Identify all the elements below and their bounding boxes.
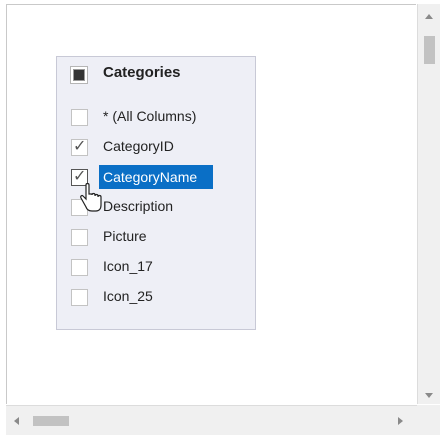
column-row-icon-17[interactable]: Icon_17: [57, 256, 255, 286]
column-checkbox[interactable]: [71, 259, 88, 276]
table-header[interactable]: Categories: [57, 57, 255, 91]
column-checkbox[interactable]: ✓: [71, 138, 88, 156]
scroll-left-icon[interactable]: [14, 417, 19, 425]
column-checkbox[interactable]: [71, 289, 88, 306]
horizontal-scrollbar[interactable]: [6, 405, 417, 435]
column-label: * (All Columns): [103, 108, 197, 124]
column-row-icon-25[interactable]: Icon_25: [57, 286, 255, 316]
table-icon: [73, 69, 85, 81]
column-label: Icon_17: [103, 258, 153, 274]
hand-cursor-icon: [80, 183, 102, 212]
column-label: Icon_25: [103, 288, 153, 304]
column-row-all-columns[interactable]: * (All Columns): [57, 106, 255, 136]
scroll-down-icon[interactable]: [425, 393, 433, 398]
scroll-up-icon[interactable]: [425, 14, 433, 19]
scroll-right-icon[interactable]: [398, 417, 403, 425]
horizontal-scroll-thumb[interactable]: [33, 416, 69, 426]
vertical-scroll-thumb[interactable]: [424, 36, 435, 64]
column-label: Description: [103, 198, 174, 214]
column-label: Picture: [103, 228, 147, 244]
column-label: CategoryID: [103, 138, 174, 154]
check-icon: ✓: [73, 138, 87, 155]
column-label: CategoryName: [99, 165, 214, 189]
column-row-picture[interactable]: Picture: [57, 226, 255, 256]
column-checkbox[interactable]: [71, 229, 88, 246]
vertical-scrollbar[interactable]: [417, 4, 440, 404]
column-row-categoryid[interactable]: ✓ CategoryID: [57, 136, 255, 166]
designer-surface: Categories * (All Columns) ✓ CategoryID …: [0, 0, 446, 445]
scrollbar-corner: [417, 405, 440, 435]
column-checkbox[interactable]: [71, 109, 88, 126]
table-title: Categories: [103, 64, 181, 81]
